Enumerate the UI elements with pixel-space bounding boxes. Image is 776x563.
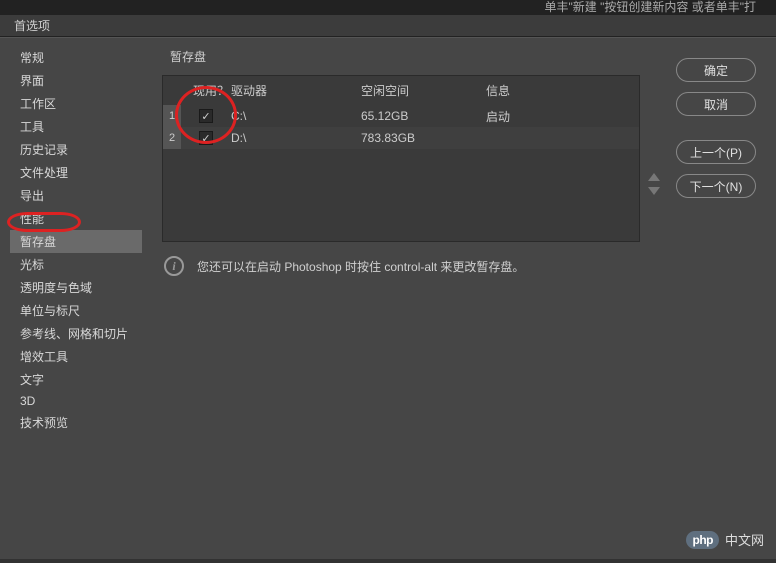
sidebar-item[interactable]: 增效工具 [10,345,142,368]
move-down-icon[interactable] [648,187,660,195]
sidebar-item[interactable]: 工作区 [10,92,142,115]
info-cell: 启动 [486,108,639,125]
drive-cell: D:\ [231,131,361,145]
sidebar: 常规界面工作区工具历史记录文件处理导出性能暂存盘光标透明度与色域单位与标尺参考线… [10,38,142,559]
sidebar-item-label: 工作区 [20,97,56,111]
sidebar-item[interactable]: 暂存盘 [10,230,142,253]
sidebar-item-label: 历史记录 [20,143,68,157]
sidebar-item[interactable]: 3D [10,391,142,411]
active-checkbox[interactable]: ✓ [199,109,213,123]
hint-row: i 您还可以在启动 Photoshop 时按住 control-alt 来更改暂… [162,256,666,276]
sidebar-item-label: 参考线、网格和切片 [20,327,128,341]
watermark-badge: php [686,531,719,549]
col-info: 信息 [486,82,639,99]
sidebar-item[interactable]: 光标 [10,253,142,276]
prev-button[interactable]: 上一个(P) [676,140,756,164]
col-free: 空闲空间 [361,82,486,99]
sidebar-item[interactable]: 历史记录 [10,138,142,161]
sidebar-item[interactable]: 导出 [10,184,142,207]
button-column: 确定 取消 上一个(P) 下一个(N) [676,38,776,559]
sidebar-item[interactable]: 文字 [10,368,142,391]
watermark: php 中文网 [686,530,764,549]
table-empty-area [163,149,639,241]
sidebar-item-label: 增效工具 [20,350,68,364]
panel-title: 暂存盘 [170,48,666,65]
checkbox-cell: ✓ [181,131,231,145]
sidebar-item[interactable]: 参考线、网格和切片 [10,322,142,345]
sidebar-item[interactable]: 工具 [10,115,142,138]
sidebar-item-label: 导出 [20,189,44,203]
table-row[interactable]: 1 ✓ C:\65.12GB启动 [163,105,639,127]
sidebar-item-label: 单位与标尺 [20,304,80,318]
sidebar-item-label: 文字 [20,373,44,387]
sidebar-item-label: 界面 [20,74,44,88]
sidebar-item[interactable]: 性能 [10,207,142,230]
table-header-row: 现用？ 驱动器 空闲空间 信息 [163,76,639,105]
sidebar-item[interactable]: 透明度与色域 [10,276,142,299]
scratch-disk-table: 现用？ 驱动器 空闲空间 信息 1 ✓ C:\65.12GB启动 2 ✓ D:\783.8… [162,75,640,242]
sidebar-item-label: 技术预览 [20,416,68,430]
row-number: 2 [163,127,181,149]
watermark-text: 中文网 [725,530,764,549]
sidebar-item-label: 透明度与色域 [20,281,92,295]
sidebar-item-label: 性能 [20,212,44,226]
cancel-button[interactable]: 取消 [676,92,756,116]
sidebar-item-label: 常规 [20,51,44,65]
sidebar-item[interactable]: 常规 [10,46,142,69]
ok-button[interactable]: 确定 [676,58,756,82]
sidebar-item[interactable]: 界面 [10,69,142,92]
table-row[interactable]: 2 ✓ D:\783.83GB [163,127,639,149]
top-hint-bar: 单丰"新建 "按钮创建新内容 或者单丰"打 [0,0,776,15]
main-area: 常规界面工作区工具历史记录文件处理导出性能暂存盘光标透明度与色域单位与标尺参考线… [0,37,776,559]
hint-text: 您还可以在启动 Photoshop 时按住 control-alt 来更改暂存盘… [197,258,524,275]
content-panel: 暂存盘 现用？ 驱动器 空闲空间 信息 1 ✓ C:\65.12GB启动 2 ✓ D:\7… [142,38,676,559]
col-active: 现用？ [181,82,231,99]
info-icon: i [164,256,184,276]
window-title: 首选项 [14,17,50,34]
next-button[interactable]: 下一个(N) [676,174,756,198]
sidebar-item-label: 光标 [20,258,44,272]
col-drive: 驱动器 [231,82,361,99]
move-up-icon[interactable] [648,173,660,181]
sidebar-item[interactable]: 文件处理 [10,161,142,184]
free-space-cell: 783.83GB [361,131,486,145]
sidebar-item-label: 3D [20,394,35,408]
sidebar-item-label: 工具 [20,120,44,134]
sidebar-item[interactable]: 单位与标尺 [10,299,142,322]
window-title-bar: 首选项 [0,15,776,37]
sidebar-item-label: 暂存盘 [20,235,56,249]
row-number: 1 [163,105,181,127]
reorder-arrows [648,173,660,195]
checkbox-cell: ✓ [181,109,231,123]
active-checkbox[interactable]: ✓ [199,131,213,145]
free-space-cell: 65.12GB [361,109,486,123]
sidebar-item-label: 文件处理 [20,166,68,180]
drive-cell: C:\ [231,109,361,123]
sidebar-item[interactable]: 技术预览 [10,411,142,434]
